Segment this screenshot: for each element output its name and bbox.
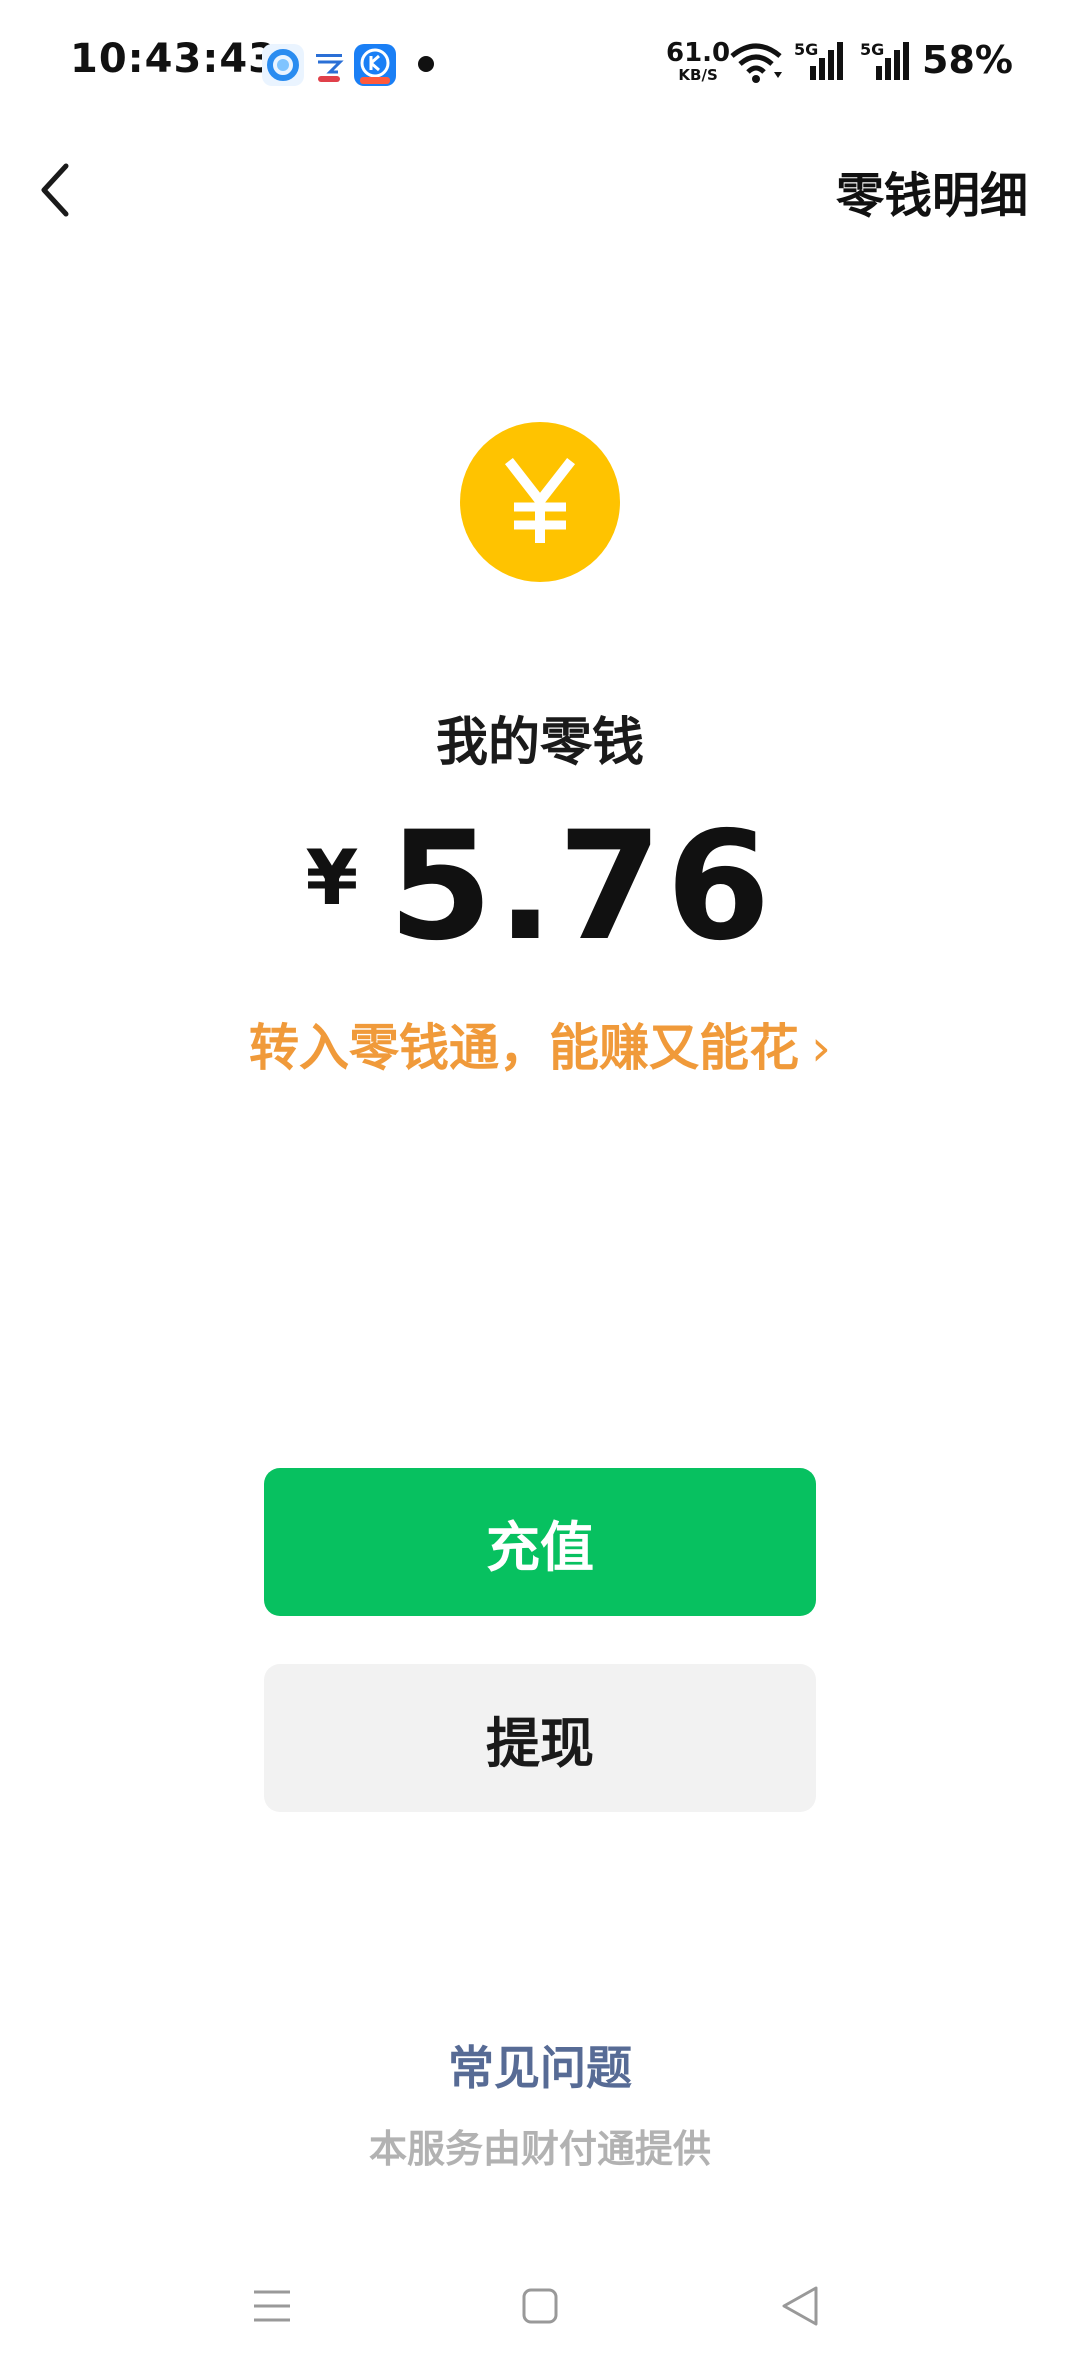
cloud-app-icon [308, 44, 350, 86]
signal-icon-sim2: 5G [860, 40, 910, 84]
signal-icon-sim1: 5G [794, 40, 844, 84]
home-icon[interactable] [516, 2282, 564, 2330]
wifi-icon [730, 43, 782, 83]
transaction-details-link[interactable]: 零钱明细 [836, 156, 1028, 226]
network-speed-unit: KB/S [678, 66, 718, 84]
back-nav-icon[interactable] [776, 2282, 824, 2330]
withdraw-button[interactable]: 提现 [264, 1664, 816, 1812]
recharge-button[interactable]: 充值 [264, 1468, 816, 1616]
battery-level: 58% [922, 38, 1013, 82]
transfer-to-lingqiantong-link[interactable]: 转入零钱通，能赚又能花 › [0, 1008, 1080, 1080]
qq-browser-icon [262, 44, 304, 86]
status-time: 10:43:43 [70, 36, 277, 82]
back-arrow-icon[interactable] [36, 160, 76, 220]
network-speed-value: 61.0 [666, 38, 731, 68]
promo-text: 转入零钱通，能赚又能花 [249, 1019, 799, 1077]
kugou-icon [354, 44, 396, 86]
recent-apps-icon[interactable] [248, 2282, 296, 2330]
balance-display: ¥ 5.76 [0, 800, 1080, 974]
wallet-label: 我的零钱 [435, 713, 644, 773]
currency-symbol: ¥ [305, 833, 359, 922]
balance-amount: 5.76 [388, 800, 775, 974]
notification-dot-icon [418, 56, 434, 72]
chevron-right-icon: › [811, 1019, 831, 1077]
faq-link[interactable]: 常见问题 [0, 2032, 1080, 2098]
service-provider-text: 本服务由财付通提供 [368, 2127, 711, 2171]
yuan-coin-icon [460, 422, 620, 582]
network-speed: 61.0 KB/S [666, 40, 730, 83]
